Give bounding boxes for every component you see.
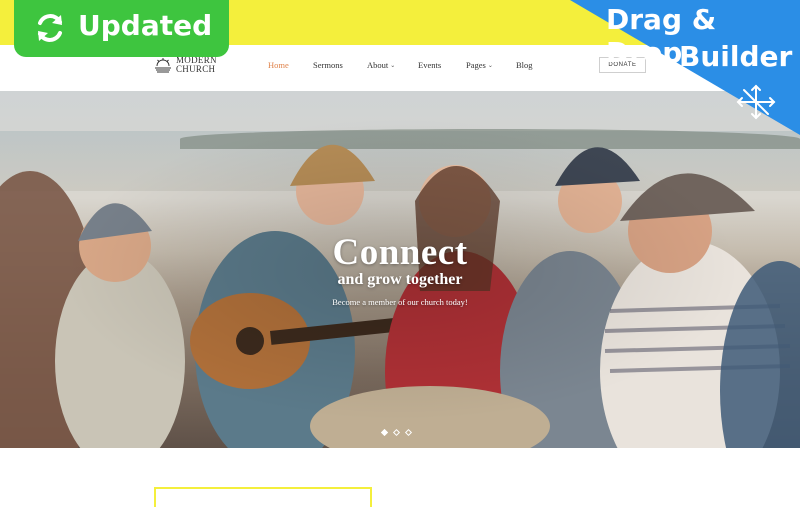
nav-item-sermons[interactable]: Sermons bbox=[313, 60, 367, 70]
main-nav: Home Sermons About ⌄ Events Pages ⌄ Blog bbox=[268, 60, 556, 70]
nav-item-label: Blog bbox=[516, 60, 533, 70]
refresh-icon bbox=[38, 14, 62, 42]
nav-item-label: Events bbox=[418, 60, 442, 70]
hero-tagline: Become a member of our church today! bbox=[332, 297, 468, 307]
nav-item-label: Home bbox=[268, 60, 289, 70]
slider-dot[interactable] bbox=[404, 428, 413, 437]
church-logo-icon bbox=[155, 58, 171, 73]
nav-item-label: About bbox=[367, 60, 389, 70]
nav-item-home[interactable]: Home bbox=[268, 60, 313, 70]
nav-item-about[interactable]: About ⌄ bbox=[367, 60, 418, 70]
logo-line2: Church bbox=[176, 64, 216, 74]
slider-dot[interactable] bbox=[392, 428, 401, 437]
site-logo[interactable]: Modern Church bbox=[154, 56, 224, 74]
hero-subtitle: and grow together bbox=[337, 271, 463, 288]
content-section bbox=[0, 448, 800, 507]
logo-text: Modern Church bbox=[176, 56, 224, 74]
slider-dot[interactable] bbox=[380, 428, 389, 437]
updated-badge: Updated bbox=[14, 0, 229, 57]
feature-box-outline bbox=[154, 487, 372, 507]
nav-item-label: Sermons bbox=[313, 60, 343, 70]
move-arrows-icon bbox=[736, 84, 776, 120]
chevron-down-icon: ⌄ bbox=[390, 62, 396, 69]
nav-item-blog[interactable]: Blog bbox=[516, 60, 556, 70]
nav-item-label: Pages bbox=[466, 60, 486, 70]
ribbon-line2: Builder bbox=[679, 40, 793, 73]
nav-item-events[interactable]: Events bbox=[418, 60, 466, 70]
chevron-down-icon: ⌄ bbox=[487, 62, 493, 69]
hero-slider: Connect and grow together Become a membe… bbox=[0, 91, 800, 448]
updated-label: Updated bbox=[78, 9, 213, 42]
hero-title: Connect bbox=[332, 232, 468, 273]
slider-dots bbox=[380, 428, 413, 437]
nav-item-pages[interactable]: Pages ⌄ bbox=[466, 60, 516, 70]
